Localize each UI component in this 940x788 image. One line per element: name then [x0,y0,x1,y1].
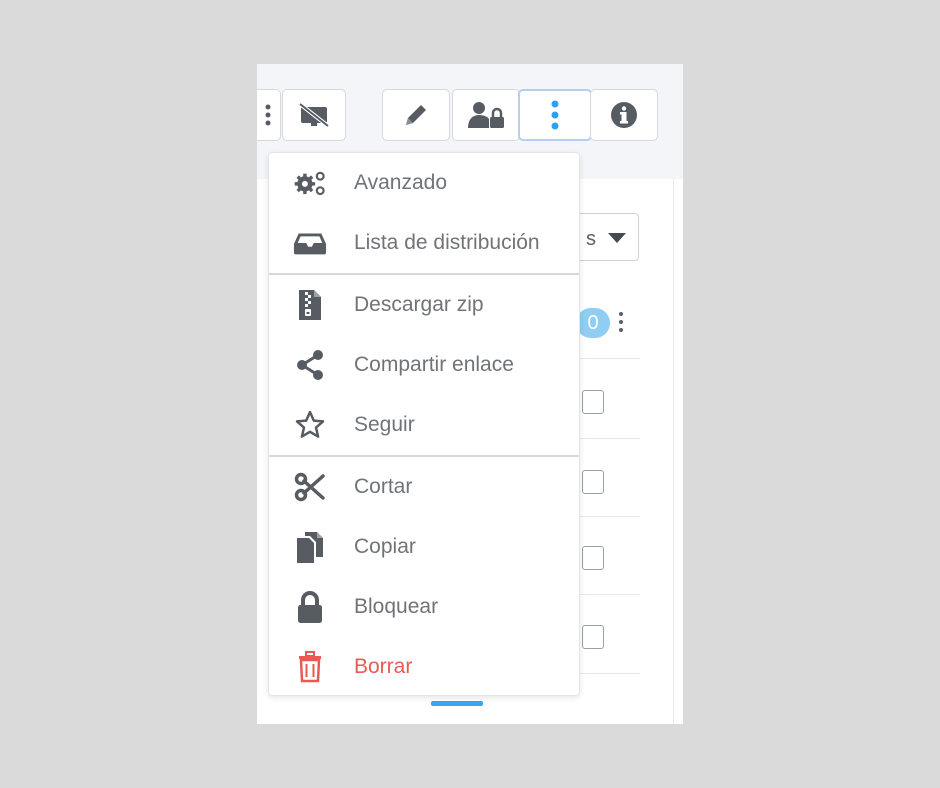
menu-item-label: Cortar [354,475,413,498]
menu-item-label: Copiar [354,535,416,558]
gears-icon [293,166,327,200]
row-checkbox[interactable] [582,470,604,494]
app-panel: s 0 Avanzado Lista de distribución Desca… [257,64,683,724]
copy-icon [293,530,327,564]
menu-item-avanzado[interactable]: Avanzado [269,153,579,213]
row-checkbox[interactable] [582,390,604,414]
menu-item-cortar[interactable]: Cortar [269,457,579,517]
menu-item-label: Compartir enlace [354,353,514,376]
trash-icon [293,650,327,684]
zip-file-icon [293,288,327,322]
edit-button[interactable] [382,89,450,141]
row-checkbox[interactable] [582,546,604,570]
user-lock-icon [466,100,506,130]
menu-item-label: Borrar [354,655,413,678]
menu-item-borrar[interactable]: Borrar [269,637,579,697]
scissors-icon [293,470,327,504]
menu-item-lista-distribucion[interactable]: Lista de distribución [269,213,579,273]
vertical-ellipsis-icon [265,103,271,127]
count-badge: 0 [576,308,610,338]
more-actions-button[interactable] [257,89,281,141]
menu-item-label: Lista de distribución [354,231,540,254]
menu-item-label: Avanzado [354,171,448,194]
menu-item-descargar-zip[interactable]: Descargar zip [269,275,579,335]
sort-select-value: s [586,228,596,250]
lock-icon [293,590,327,624]
menu-item-bloquear[interactable]: Bloquear [269,577,579,637]
info-button[interactable] [590,89,658,141]
share-icon [293,348,327,382]
permissions-button[interactable] [452,89,520,141]
panel-divider [673,179,674,724]
caret-down-icon [608,233,626,243]
row-checkbox[interactable] [582,625,604,649]
inbox-icon [293,226,327,260]
hide-preview-button[interactable] [282,89,346,141]
vertical-ellipsis-icon[interactable] [618,312,624,336]
menu-item-label: Seguir [354,413,415,436]
menu-button[interactable] [518,89,592,141]
menu-item-copiar[interactable]: Copiar [269,517,579,577]
menu-item-seguir[interactable]: Seguir [269,395,579,455]
actions-dropdown-menu: Avanzado Lista de distribución Descargar… [268,152,580,696]
menu-item-compartir-enlace[interactable]: Compartir enlace [269,335,579,395]
vertical-ellipsis-icon [551,99,559,131]
star-outline-icon [293,408,327,442]
menu-item-label: Bloquear [354,595,439,618]
pencil-icon [401,100,431,130]
menu-item-label: Descargar zip [354,293,484,316]
scroll-indicator [431,701,483,706]
info-circle-icon [609,100,639,130]
no-preview-icon [297,101,331,129]
sort-select[interactable]: s [573,213,639,261]
